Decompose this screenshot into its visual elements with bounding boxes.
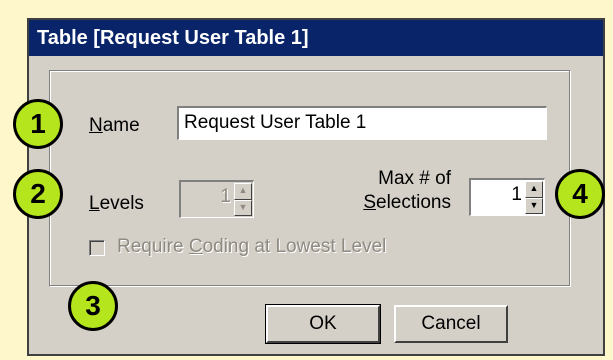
callout-1: 1 <box>13 99 63 149</box>
levels-up-arrow-icon[interactable]: ▲ <box>234 183 252 200</box>
dialog-title: Table [Request User Table 1] <box>29 20 603 56</box>
levels-label-mnemonic: L <box>89 193 100 214</box>
require-coding-label-pre: Require <box>117 236 189 257</box>
require-coding-label-rest: oding at Lowest Level <box>202 236 387 257</box>
max-selections-label-mnemonic: S <box>363 192 376 213</box>
levels-down-arrow-icon[interactable]: ▼ <box>234 199 252 216</box>
callout-4: 4 <box>555 169 605 219</box>
max-selections-label: Max # of Selections <box>349 167 451 215</box>
cancel-button[interactable]: Cancel <box>394 305 508 343</box>
require-coding-label-mnemonic: C <box>188 236 203 257</box>
callout-3: 3 <box>68 281 118 331</box>
ok-button[interactable]: OK <box>265 304 381 344</box>
max-selections-spinner[interactable]: 1 ▲ ▼ <box>469 178 545 216</box>
max-selections-label-line1: Max # of <box>378 168 451 189</box>
callout-2: 2 <box>13 169 63 219</box>
max-selections-up-arrow-icon[interactable]: ▲ <box>525 181 543 198</box>
levels-label-rest: evels <box>99 193 144 214</box>
levels-value: 1 <box>220 186 231 207</box>
max-selections-value: 1 <box>511 184 522 205</box>
levels-spinner[interactable]: 1 ▲ ▼ <box>179 180 254 218</box>
require-coding-label: Require Coding at Lowest Level <box>117 236 386 258</box>
name-label-rest: ame <box>102 115 140 136</box>
name-label-mnemonic: N <box>89 115 103 136</box>
max-selections-label-rest: elections <box>376 192 451 213</box>
name-input[interactable]: Request User Table 1 <box>177 106 547 140</box>
levels-label: Levels <box>89 193 144 215</box>
max-selections-label-line2: Selections <box>349 191 451 215</box>
name-label: Name <box>89 115 140 137</box>
max-selections-down-arrow-icon[interactable]: ▼ <box>525 197 543 214</box>
require-coding-checkbox[interactable] <box>89 240 105 256</box>
